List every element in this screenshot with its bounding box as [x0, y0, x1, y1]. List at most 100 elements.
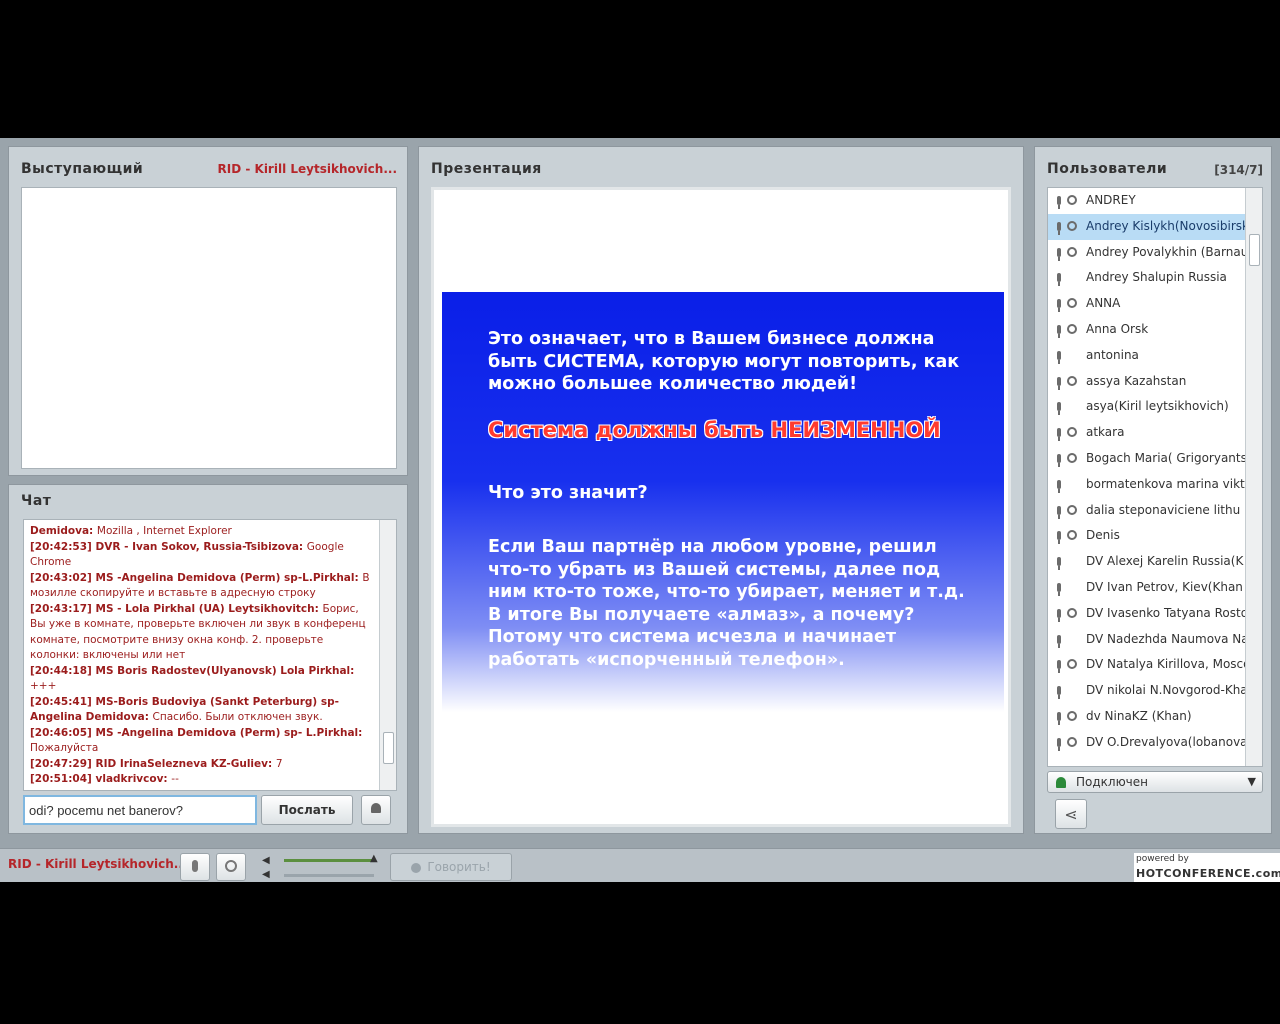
user-list-item[interactable]: atkara [1048, 420, 1246, 446]
microphone-icon [1057, 711, 1061, 725]
user-list-item[interactable]: Andrey Shalupin Russia [1048, 265, 1246, 291]
microphone-icon [1057, 299, 1061, 313]
slide-question: Что это значит? [488, 483, 648, 503]
mic-volume-slider[interactable] [284, 874, 374, 877]
chat-scroll-thumb[interactable] [383, 732, 394, 764]
microphone-icon [1057, 686, 1061, 700]
users-scroll-thumb[interactable] [1249, 234, 1260, 266]
microphone-icon [1057, 557, 1061, 571]
chat-scrollbar[interactable] [379, 520, 396, 790]
status-label: Подключен [1076, 775, 1148, 789]
user-list-item[interactable]: antonina [1048, 343, 1246, 369]
webcam-icon [1067, 220, 1077, 231]
camera-toggle-button[interactable] [216, 853, 246, 881]
chat-message-sender: DVR - Ivan Sokov, Russia-Tsibizova: [95, 540, 307, 553]
chat-message: [20:43:17] MS - Lola Pirkhal (UA) Leytsi… [30, 602, 370, 664]
user-list-item[interactable]: DV nikolai N.Novgorod-Kha [1048, 678, 1246, 704]
chat-message-time: [20:44:18] [30, 664, 96, 677]
slide-paragraph-2: Если Ваш партнёр на любом уровне, решил … [488, 537, 965, 670]
brand-logo: powered by HOTCONFERENCE.com [1134, 853, 1280, 882]
user-list-item[interactable]: DV Ivasenko Tatyana Rosto [1048, 601, 1246, 627]
user-list-item[interactable]: Andrey Povalykhin (Barnau [1048, 240, 1246, 266]
send-button[interactable]: Послать [261, 795, 353, 825]
user-list-item[interactable]: Anna Orsk [1048, 317, 1246, 343]
user-list-item[interactable]: DV Natalya Kirillova, Mosco [1048, 652, 1246, 678]
volume-slider[interactable] [284, 859, 374, 862]
user-list-item[interactable]: Andrey Kislykh(Novosibirsk [1048, 213, 1246, 240]
speaker-volume-icon: ◀ [262, 855, 270, 866]
microphone-icon [1057, 608, 1061, 622]
user-name: ANNA [1086, 296, 1121, 311]
conference-app: Выступающий RID - Kirill Leytsikhovich..… [0, 138, 1280, 882]
microphone-icon [1057, 531, 1061, 545]
webcam-icon [1067, 323, 1077, 334]
microphone-icon [1057, 247, 1061, 261]
microphone-icon [1057, 376, 1061, 390]
chat-message-time: [20:45:41] [30, 695, 96, 708]
user-name: asya(Kiril leytsikhovich) [1086, 399, 1229, 414]
volume-slider-handle[interactable]: ▲ [370, 853, 378, 864]
microphone-icon [192, 860, 198, 872]
microphone-icon [1057, 273, 1061, 287]
user-list-item[interactable]: dv NinaKZ (Khan) [1048, 704, 1246, 730]
chat-panel: Чат Demidova: Mozilla , Internet Explore… [8, 484, 408, 834]
status-dropdown[interactable]: Подключен ▼ [1047, 771, 1263, 793]
user-name: antonina [1086, 347, 1139, 362]
microphone-icon [1057, 660, 1061, 674]
user-list-item[interactable]: bormatenkova marina vikt [1048, 472, 1246, 498]
microphone-icon [1057, 737, 1061, 751]
user-list-item[interactable]: assya Kazahstan [1048, 369, 1246, 395]
user-list-item[interactable]: dalia steponaviciene lithu [1048, 498, 1246, 524]
chat-log: Demidova: Mozilla , Internet Explorer [20… [23, 519, 397, 791]
share-button[interactable]: ⋖ [1055, 799, 1087, 829]
bottom-speaker-name: RID - Kirill Leytsikhovich... [8, 857, 188, 871]
chat-message-time: [20:51:04] [30, 773, 96, 785]
microphone-icon [1057, 505, 1061, 519]
user-name: Andrey Kislykh(Novosibirsk [1086, 218, 1246, 233]
user-name: dv NinaKZ (Khan) [1086, 708, 1192, 723]
notify-button[interactable] [361, 795, 391, 825]
webcam-icon [1067, 195, 1077, 205]
mic-toggle-button[interactable] [180, 853, 210, 881]
user-list-item[interactable]: asya(Kiril leytsikhovich) [1048, 394, 1246, 420]
user-name: ANDREY [1086, 193, 1136, 207]
chat-message-sender: MS -Angelina Demidova (Perm) sp- L.Pirkh… [95, 726, 363, 739]
chat-message-sender: MS Boris Radostev(Ulyanovsk) Lola Pirkha… [95, 664, 355, 677]
speak-icon [411, 862, 422, 873]
user-list-item[interactable]: DV Alexej Karelin Russia(K [1048, 549, 1246, 575]
slide-headline: Система должны быть НЕИЗМЕННОЙ [488, 418, 941, 442]
slide-frame: Это означает, что в Вашем бизнесе должна… [431, 187, 1011, 827]
brand-small: powered by [1136, 854, 1189, 864]
webcam-icon [1067, 607, 1077, 618]
users-panel: Пользователи [314/7] ANDREY Andrey Kislyk… [1034, 146, 1272, 834]
speak-button[interactable]: Говорить! [390, 853, 512, 881]
user-list-item[interactable]: Denis [1048, 523, 1246, 549]
chat-message-text: +++ [30, 680, 57, 692]
user-list-item[interactable]: ANDREY [1048, 188, 1246, 214]
webcam-icon [1067, 452, 1077, 463]
user-list-item[interactable]: DV O.Drevalyova(lobanova) [1048, 730, 1246, 756]
speak-label: Говорить! [427, 860, 491, 874]
chat-input[interactable] [23, 795, 257, 825]
webcam-icon [1067, 427, 1077, 438]
chat-message-time: [20:43:02] [30, 571, 96, 584]
microphone-icon [1057, 221, 1061, 235]
user-list-item[interactable]: Bogach Maria( Grigoryants [1048, 446, 1246, 472]
chat-message-text: Спасибо. Были отключен звук. [152, 711, 323, 723]
chat-message-text: Mozilla , Internet Explorer [96, 525, 232, 537]
presentation-panel: Презентация Это означает, что в Вашем би… [418, 146, 1024, 834]
webcam-icon [1067, 530, 1077, 541]
speaker-title: Выступающий [21, 161, 144, 177]
microphone-icon [1057, 453, 1061, 467]
chat-message-sender: Demidova: [30, 525, 97, 537]
user-list-item[interactable]: DV Nadezhda Naumova Nav [1048, 627, 1246, 653]
microphone-icon [1057, 634, 1061, 648]
microphone-icon [1057, 402, 1061, 416]
share-icon: ⋖ [1064, 805, 1078, 824]
user-name: Denis [1086, 528, 1120, 543]
slide: Это означает, что в Вашем бизнесе должна… [442, 292, 1004, 712]
user-list-item[interactable]: DV Ivan Petrov, Kiev(Khan [1048, 575, 1246, 601]
users-scrollbar[interactable] [1245, 188, 1262, 766]
chat-message-sender: MS - Lola Pirkhal (UA) Leytsikhovitch: [95, 602, 323, 615]
user-list-item[interactable]: ANNA [1048, 291, 1246, 317]
